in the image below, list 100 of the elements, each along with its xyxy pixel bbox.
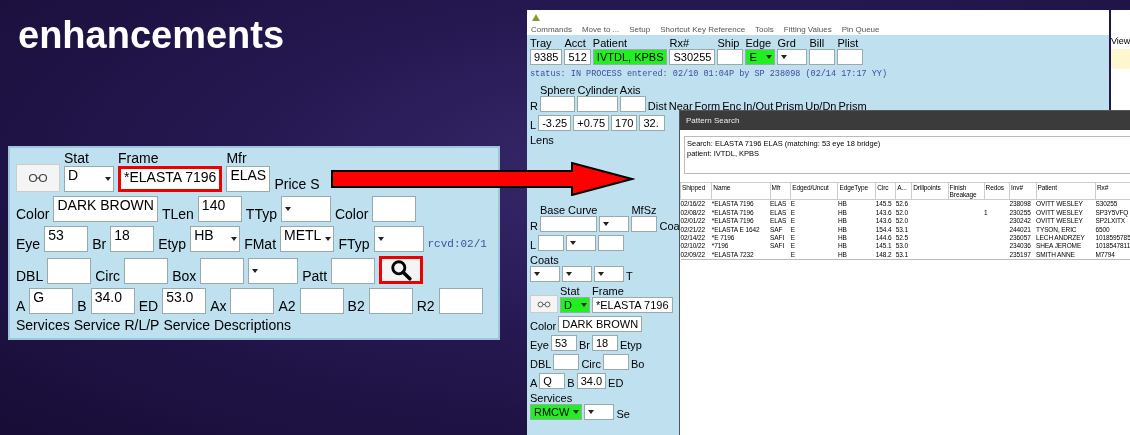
caret-icon [325, 236, 332, 243]
caret-icon [377, 236, 384, 243]
field-label: Br [92, 237, 107, 253]
dropdown-field[interactable]: RMCW [530, 404, 583, 421]
input-field[interactable] [47, 258, 92, 285]
input-field[interactable]: S30255 [669, 49, 716, 66]
dropdown-field[interactable]: HB [190, 226, 241, 253]
field-label: Acct [564, 37, 587, 50]
input-field[interactable] [598, 235, 625, 252]
input-field[interactable] [124, 258, 169, 285]
field-label: FTyp [338, 237, 370, 253]
input-field[interactable]: 53.0 [162, 288, 207, 315]
input-field[interactable] [372, 196, 417, 223]
dropdown-field[interactable] [280, 196, 331, 223]
input-field[interactable] [538, 235, 565, 252]
input-field[interactable] [577, 95, 618, 112]
input-field[interactable]: 18 [591, 335, 618, 352]
dropdown-field[interactable]: METL [280, 226, 335, 253]
input-field[interactable] [553, 354, 580, 371]
field-label: DBL [530, 358, 552, 371]
search-button[interactable] [379, 256, 424, 285]
menu-item[interactable]: View [1111, 36, 1130, 46]
input-field[interactable]: 512 [564, 49, 591, 66]
field-label: Form [694, 99, 721, 112]
input-field[interactable] [200, 258, 245, 285]
input-field[interactable] [331, 258, 376, 285]
input-field[interactable] [717, 49, 744, 66]
dropdown-field[interactable] [248, 258, 299, 285]
search-icon [390, 259, 413, 282]
dropdown-field[interactable]: E [745, 49, 776, 66]
menu-item[interactable]: Tools [755, 25, 774, 34]
field-label: L [530, 239, 537, 252]
menu-item[interactable]: Fitting Values [783, 25, 832, 34]
input-field[interactable] [539, 216, 598, 233]
input-field[interactable]: ELAS [226, 166, 271, 193]
field-label: Bo [630, 358, 645, 371]
input-field[interactable]: IVTDL, KPBS [592, 49, 668, 66]
dialog-title: Pattern Search [680, 111, 1130, 130]
input-field[interactable] [837, 49, 864, 66]
field-label: Ax [210, 299, 227, 315]
menu-item[interactable]: Commands [531, 25, 572, 34]
frame-button[interactable] [16, 164, 60, 193]
field-label: Br [578, 339, 590, 352]
field-label: Frame [592, 285, 625, 298]
menu-item[interactable]: Move to ... [581, 25, 620, 34]
menu-item[interactable]: Pin Queue [841, 25, 880, 34]
dropdown-field[interactable] [777, 49, 808, 66]
input-field[interactable] [299, 288, 344, 315]
input-field[interactable] [230, 288, 275, 315]
input-field[interactable]: Q [539, 373, 566, 390]
dropdown-field[interactable]: D [560, 297, 590, 314]
field-label: Services [16, 318, 70, 334]
input-field[interactable]: G [29, 288, 74, 315]
glasses-icon [28, 173, 48, 184]
dropdown-field[interactable]: D [64, 166, 114, 193]
field-label: Eye [530, 339, 549, 352]
caret-icon [252, 268, 259, 275]
input-field[interactable] [619, 95, 646, 112]
input-field[interactable]: -3.25 [538, 114, 572, 131]
dropdown-field[interactable] [562, 266, 592, 283]
dropdown-field[interactable] [530, 266, 560, 283]
dropdown-field[interactable] [594, 266, 624, 283]
input-field[interactable]: *ELASTA 7196 [118, 166, 223, 193]
input-field[interactable]: 53 [44, 226, 89, 253]
field-label: DBL [16, 269, 44, 285]
dropdown-field[interactable] [373, 226, 424, 253]
dropdown-field[interactable] [599, 216, 630, 233]
input-field[interactable]: 32. [639, 114, 666, 131]
input-field[interactable]: *ELASTA 7196 [592, 297, 673, 314]
input-field[interactable]: +0.75 [573, 114, 610, 131]
app-logo-icon [531, 12, 541, 22]
field-label: R2 [416, 299, 435, 315]
field-label: Circ [95, 269, 121, 285]
input-field[interactable]: 34.0 [576, 373, 607, 390]
frame-button[interactable] [530, 295, 558, 314]
menu-item[interactable]: Shortcut Key Reference [660, 25, 746, 34]
dropdown-field[interactable] [584, 404, 615, 421]
input-field[interactable]: 9385 [530, 49, 563, 66]
input-field[interactable]: 18 [110, 226, 155, 253]
input-field[interactable] [438, 288, 483, 315]
dropdown-field[interactable] [566, 235, 597, 252]
caret-icon [231, 236, 238, 243]
field-label: Axis [619, 83, 642, 96]
input-field[interactable] [809, 49, 836, 66]
input-field[interactable] [631, 216, 658, 233]
input-field[interactable] [368, 288, 413, 315]
field-label: Rx# [669, 37, 691, 50]
field-label: Up/Dn [805, 99, 837, 112]
glasses-icon [537, 300, 551, 308]
field-label: Eye [16, 237, 41, 253]
input-field[interactable]: DARK BROWN [558, 316, 643, 333]
input-field[interactable] [539, 95, 576, 112]
field-label: Patient [592, 37, 629, 50]
input-field[interactable] [602, 354, 629, 371]
input-field[interactable]: 140 [197, 196, 242, 223]
input-field[interactable]: 34.0 [90, 288, 135, 315]
input-field[interactable]: DARK BROWN [53, 196, 158, 223]
menu-item[interactable]: Setup [629, 25, 651, 34]
input-field[interactable]: 170 [611, 114, 638, 131]
input-field[interactable]: 53 [550, 335, 577, 352]
